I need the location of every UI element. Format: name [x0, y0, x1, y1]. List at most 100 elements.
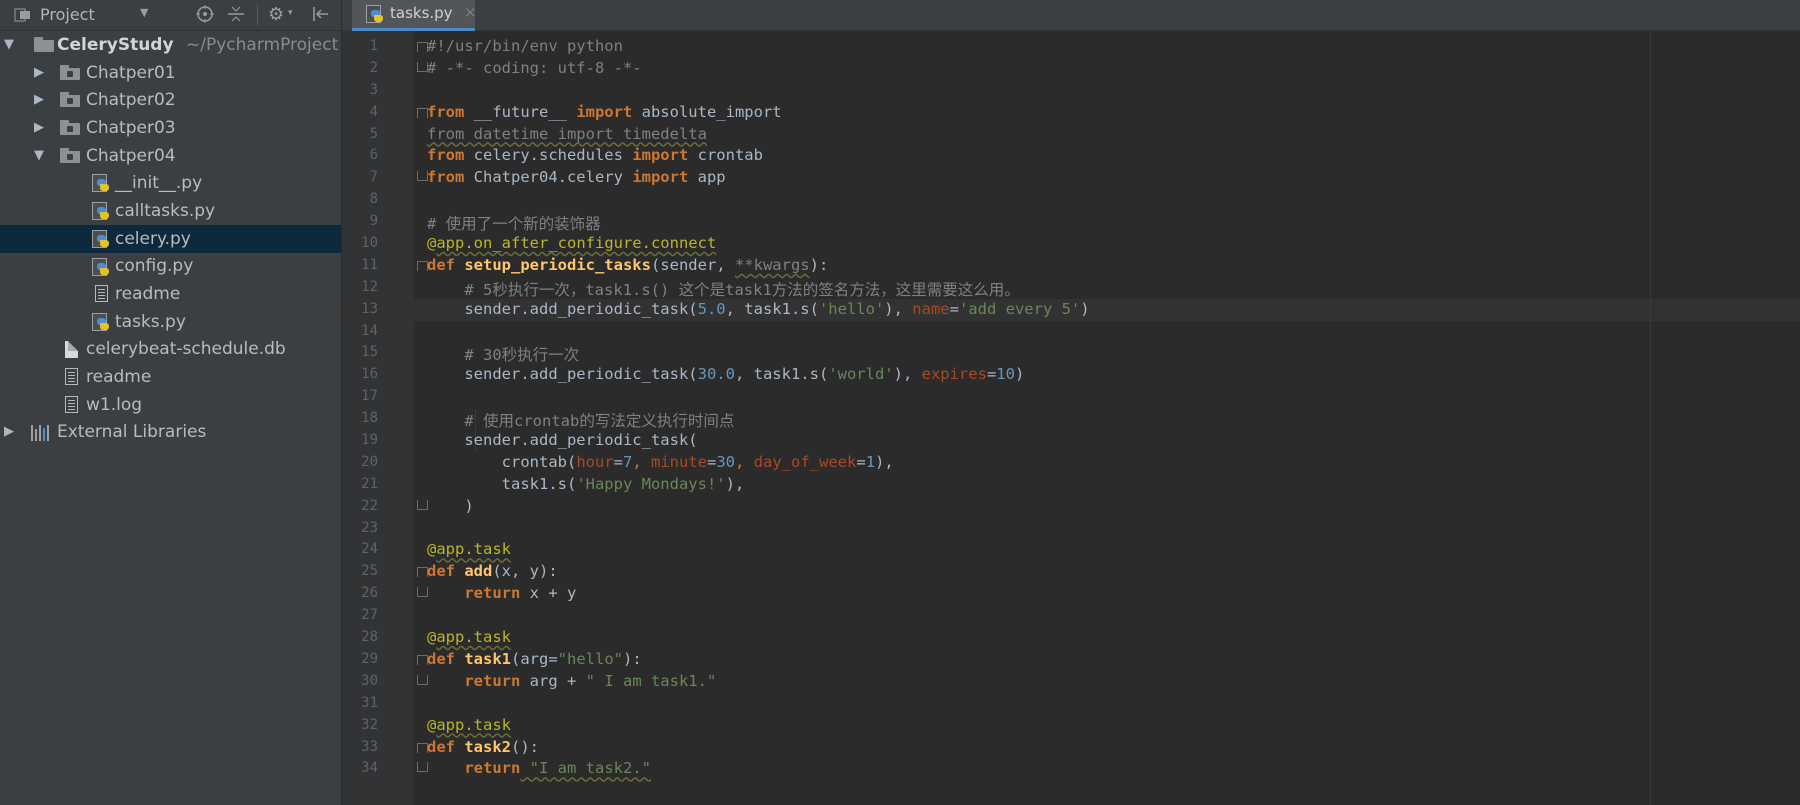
tree-file[interactable]: w1.log	[0, 391, 341, 419]
editor-tab-bar: tasks.py ×	[342, 0, 1800, 31]
tree-folder[interactable]: ▼ Chatper04	[0, 142, 341, 170]
gear-icon[interactable]: ⚙	[268, 4, 284, 25]
project-toolbar: Project ▼ ⚙ ▾	[0, 0, 341, 31]
expanded-arrow-icon[interactable]: ▼	[32, 148, 46, 163]
python-file-icon	[92, 312, 110, 331]
gear-dropdown-icon[interactable]: ▾	[288, 8, 293, 18]
tree-folder[interactable]: ▶ Chatper01	[0, 59, 341, 87]
code-line: 9 # 使用了一个新的装饰器	[369, 213, 601, 234]
root-folder-path: ~/PycharmProject	[186, 34, 339, 55]
tab-tasks-py[interactable]: tasks.py ×	[352, 0, 477, 31]
code-line: 18 # 使用crontab的写法定义执行时间点	[361, 410, 735, 431]
db-file-icon	[65, 340, 78, 358]
code-line: 25 def add(x, y):	[361, 562, 558, 581]
folder-name: Chatper04	[86, 145, 176, 166]
code-line-current: 13 sender.add_periodic_task(5.0, task1.s…	[342, 298, 1800, 321]
tab-label: tasks.py	[390, 4, 453, 22]
python-file-icon	[92, 202, 110, 221]
code-line: 20 crontab(hour=7, minute=30, day_of_wee…	[361, 452, 894, 471]
code-line: 2 # -*- coding: utf-8 -*-	[369, 58, 642, 77]
tree-root[interactable]: ▼ CeleryStudy ~/PycharmProject	[0, 31, 341, 59]
code-area[interactable]: 1 #!/usr/bin/env python 2 # -*- coding: ut…	[342, 36, 1800, 780]
code-line: 22 )	[361, 496, 474, 515]
close-icon[interactable]: ×	[464, 3, 477, 21]
expanded-arrow-icon[interactable]: ▼	[2, 37, 16, 52]
code-line: 26 return x + y	[361, 584, 577, 603]
project-view-label[interactable]: Project	[40, 5, 95, 24]
package-folder-icon	[60, 147, 80, 163]
project-tree: ▼ CeleryStudy ~/PycharmProject ▶ Chatper…	[0, 31, 341, 446]
tree-file[interactable]: config.py	[0, 253, 341, 281]
code-editor[interactable]: 1 #!/usr/bin/env python 2 # -*- coding: ut…	[342, 31, 1800, 805]
file-name: __init__.py	[115, 173, 203, 194]
file-name: tasks.py	[115, 311, 186, 332]
code-line: 21 task1.s('Happy Mondays!'),	[361, 474, 745, 493]
collapse-icon[interactable]	[227, 5, 245, 23]
package-folder-icon	[60, 92, 80, 108]
code-line: 10 @app.on_after_configure.connect	[361, 234, 717, 253]
folder-name: Chatper03	[86, 117, 176, 138]
folder-name: Chatper02	[86, 90, 176, 111]
code-line: 14	[361, 322, 378, 339]
tree-file[interactable]: celerybeat-schedule.db	[0, 336, 341, 364]
code-line: 27	[361, 607, 378, 624]
code-line: 33 def task2():	[361, 737, 539, 756]
code-line: 16 sender.add_periodic_task(30.0, task1.…	[361, 365, 1025, 384]
tree-folder[interactable]: ▶ Chatper02	[0, 86, 341, 114]
project-panel: Project ▼ ⚙ ▾ ▼ CeleryStudy ~/PycharmPro…	[0, 0, 342, 805]
locate-icon[interactable]	[196, 5, 214, 23]
code-line: 17	[361, 388, 378, 405]
code-line: 24 @app.task	[361, 540, 511, 559]
code-line: 3	[369, 81, 378, 98]
project-view-icon[interactable]	[14, 7, 32, 23]
file-name: config.py	[115, 256, 194, 277]
library-icon	[31, 424, 51, 441]
tree-external-libraries[interactable]: ▶ External Libraries	[0, 419, 341, 447]
code-line: 12 # 5秒执行一次，task1.s() 这个是task1方法的签名方法，这里…	[361, 278, 1020, 299]
collapsed-arrow-icon[interactable]: ▶	[32, 93, 46, 107]
text-file-icon	[65, 395, 78, 413]
tree-file[interactable]: tasks.py	[0, 308, 341, 336]
collapsed-arrow-icon[interactable]: ▶	[32, 120, 46, 135]
code-line: 23	[361, 519, 378, 536]
tree-file[interactable]: __init__.py	[0, 169, 341, 197]
right-margin-guide	[1650, 31, 1651, 805]
tree-file-selected[interactable]: celery.py	[0, 224, 341, 253]
python-file-icon	[92, 257, 110, 276]
text-file-icon	[95, 285, 108, 303]
tree-file[interactable]: calltasks.py	[0, 197, 341, 225]
code-line: 7 from Chatper04.celery import app	[369, 168, 726, 187]
package-folder-icon	[60, 120, 80, 136]
code-line: 28 @app.task	[361, 628, 511, 647]
folder-icon	[34, 37, 54, 52]
code-line: 11 def setup_periodic_tasks(sender, **kwa…	[361, 255, 829, 274]
tree-file[interactable]: readme	[0, 363, 341, 391]
collapsed-arrow-icon[interactable]: ▶	[32, 65, 46, 80]
external-libraries-label: External Libraries	[57, 422, 207, 443]
file-name: readme	[115, 284, 181, 305]
code-line: 5 from datetime import timedelta	[369, 124, 707, 143]
tree-file[interactable]: readme	[0, 280, 341, 308]
collapsed-arrow-icon[interactable]: ▶	[2, 425, 16, 439]
hide-icon[interactable]	[311, 5, 329, 23]
file-name: w1.log	[86, 394, 143, 415]
code-line: 34 return "I am task2."	[361, 759, 651, 778]
code-line: 31	[361, 694, 378, 711]
code-line: 1 #!/usr/bin/env python	[369, 37, 623, 55]
python-file-icon	[366, 5, 384, 23]
root-folder-name: CeleryStudy	[57, 34, 174, 55]
code-line: 19 sender.add_periodic_task(	[361, 431, 698, 450]
code-line: 15 # 30秒执行一次	[361, 344, 580, 365]
tree-folder[interactable]: ▶ Chatper03	[0, 114, 341, 142]
package-folder-icon	[60, 64, 80, 80]
code-line: 29 def task1(arg="hello"):	[361, 649, 642, 668]
code-line: 8	[369, 191, 378, 208]
code-line: 4 from __future__ import absolute_import	[369, 102, 782, 121]
python-file-icon	[92, 229, 110, 248]
code-line: 6 from celery.schedules import crontab	[369, 146, 763, 165]
text-file-icon	[65, 368, 78, 386]
chevron-down-icon[interactable]: ▼	[140, 6, 148, 19]
file-name: celerybeat-schedule.db	[86, 339, 286, 360]
toolbar-divider	[257, 5, 258, 25]
file-name: readme	[86, 367, 152, 388]
